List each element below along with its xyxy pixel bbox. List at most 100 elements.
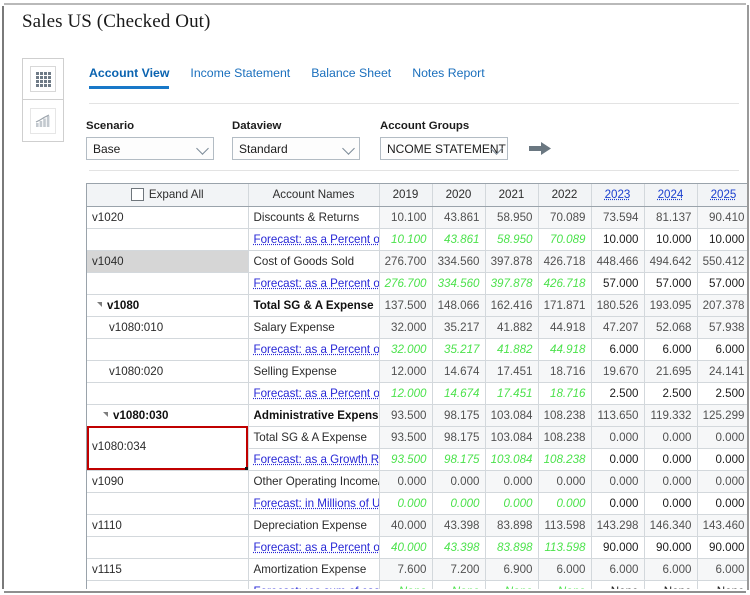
- forecast-method-cell[interactable]: Forecast: as a Percent of S: [248, 382, 380, 405]
- forecast-value-cell[interactable]: 90.000: [591, 536, 645, 559]
- grid-view-button[interactable]: [22, 58, 64, 100]
- account-code-cell[interactable]: [87, 580, 249, 589]
- forecast-value-cell[interactable]: 108.238: [538, 448, 592, 471]
- expand-all-control[interactable]: Expand All: [92, 188, 243, 202]
- value-cell[interactable]: 98.175: [432, 426, 486, 449]
- forecast-method-link[interactable]: Forecast: :as sum of cash: [254, 585, 379, 590]
- account-name-cell[interactable]: Total SG & A Expense: [248, 294, 380, 317]
- table-row[interactable]: Forecast: :as sum of cashNoneNoneNoneNon…: [87, 580, 747, 589]
- forecast-value-cell[interactable]: 18.716: [538, 382, 592, 405]
- account-code-cell[interactable]: v1080:020: [87, 360, 249, 383]
- table-row[interactable]: v1090 Other Operating Income/(E 0.000 0.000…: [87, 470, 747, 493]
- account-name-cell[interactable]: Discounts & Returns: [248, 206, 380, 229]
- table-row[interactable]: Forecast: as a Percent of D40.00043.3988…: [87, 536, 747, 559]
- forecast-value-cell[interactable]: 98.175: [432, 448, 486, 471]
- selected-account-code-cell[interactable]: v1080:034: [87, 426, 249, 471]
- forecast-method-cell[interactable]: Forecast: :as sum of cash: [248, 580, 380, 590]
- value-cell[interactable]: 41.882: [485, 316, 539, 339]
- value-cell[interactable]: 276.700: [379, 250, 433, 273]
- value-cell[interactable]: 113.650: [591, 404, 645, 427]
- forecast-value-cell[interactable]: None: [644, 580, 698, 589]
- value-cell[interactable]: 137.500: [379, 294, 433, 317]
- value-cell[interactable]: 44.918: [538, 316, 592, 339]
- forecast-value-cell[interactable]: 43.398: [432, 536, 486, 559]
- value-cell[interactable]: 103.084: [485, 404, 539, 427]
- forecast-value-cell[interactable]: 6.000: [697, 338, 747, 361]
- forecast-method-cell[interactable]: Forecast: as a Growth Rate: [248, 448, 380, 471]
- expand-all-header[interactable]: Expand All: [87, 184, 249, 207]
- value-cell[interactable]: 17.451: [485, 360, 539, 383]
- account-code-cell[interactable]: v1040: [87, 250, 249, 273]
- table-row[interactable]: v1040 Cost of Goods Sold 276.700 334.560 397…: [87, 250, 747, 273]
- forecast-method-link[interactable]: Forecast: as a Percent of S: [254, 277, 379, 290]
- account-name-cell[interactable]: Depreciation Expense: [248, 514, 380, 537]
- account-name-cell[interactable]: Other Operating Income/(E: [248, 470, 380, 493]
- value-cell[interactable]: 57.938: [697, 316, 747, 339]
- value-cell[interactable]: 47.207: [591, 316, 645, 339]
- account-code-cell[interactable]: v1110: [87, 514, 249, 537]
- account-code-cell[interactable]: v1020: [87, 206, 249, 229]
- account-name-cell[interactable]: Amortization Expense: [248, 558, 380, 581]
- value-cell[interactable]: 119.332: [644, 404, 698, 427]
- account-code-cell[interactable]: v1090: [87, 470, 249, 493]
- table-row[interactable]: v1080:020 Selling Expense 12.000 14.674 17.4…: [87, 360, 747, 383]
- forecast-method-cell[interactable]: Forecast: as a Percent of D: [248, 536, 380, 559]
- forecast-value-cell[interactable]: 0.000: [644, 448, 698, 471]
- value-cell[interactable]: 52.068: [644, 316, 698, 339]
- forecast-value-cell[interactable]: 14.674: [432, 382, 486, 405]
- forecast-value-cell[interactable]: 58.950: [485, 228, 539, 251]
- forecast-value-cell[interactable]: 44.918: [538, 338, 592, 361]
- forecast-value-cell[interactable]: 57.000: [697, 272, 747, 295]
- value-cell[interactable]: 98.175: [432, 404, 486, 427]
- value-cell[interactable]: 0.000: [591, 470, 645, 493]
- year-header-2025[interactable]: 2025: [697, 184, 747, 207]
- table-row[interactable]: v1080 Total SG & A Expense 137.500 148.066 1…: [87, 294, 747, 317]
- table-row[interactable]: v1110 Depreciation Expense 40.000 43.398 83.…: [87, 514, 747, 537]
- value-cell[interactable]: 73.594: [591, 206, 645, 229]
- value-cell[interactable]: 550.412: [697, 250, 747, 273]
- table-row[interactable]: Forecast: as a Percent of S276.700334.56…: [87, 272, 747, 295]
- value-cell[interactable]: 143.460: [697, 514, 747, 537]
- account-names-header[interactable]: Account Names: [248, 184, 380, 207]
- forecast-value-cell[interactable]: None: [379, 580, 433, 589]
- apply-filters-button[interactable]: [529, 140, 553, 156]
- forecast-value-cell[interactable]: 57.000: [591, 272, 645, 295]
- value-cell[interactable]: 171.871: [538, 294, 592, 317]
- value-cell[interactable]: 24.141: [697, 360, 747, 383]
- value-cell[interactable]: 70.089: [538, 206, 592, 229]
- value-cell[interactable]: 18.716: [538, 360, 592, 383]
- tab-account-view[interactable]: Account View: [89, 66, 170, 89]
- value-cell[interactable]: 35.217: [432, 316, 486, 339]
- year-link-2024[interactable]: 2024: [658, 188, 684, 201]
- value-cell[interactable]: 19.670: [591, 360, 645, 383]
- expand-all-checkbox[interactable]: [130, 188, 144, 202]
- value-cell[interactable]: 0.000: [644, 426, 698, 449]
- tab-income-statement[interactable]: Income Statement: [190, 66, 290, 86]
- value-cell[interactable]: 334.560: [432, 250, 486, 273]
- value-cell[interactable]: 148.066: [432, 294, 486, 317]
- year-header-2024[interactable]: 2024: [644, 184, 698, 207]
- forecast-value-cell[interactable]: 70.089: [538, 228, 592, 251]
- value-cell[interactable]: 90.410: [697, 206, 747, 229]
- account-code-cell[interactable]: [87, 338, 249, 361]
- forecast-value-cell[interactable]: None: [538, 580, 592, 589]
- forecast-value-cell[interactable]: 2.500: [591, 382, 645, 405]
- forecast-value-cell[interactable]: 35.217: [432, 338, 486, 361]
- account-code-cell[interactable]: v1080:010: [87, 316, 249, 339]
- tab-notes-report[interactable]: Notes Report: [412, 66, 484, 86]
- forecast-value-cell[interactable]: 397.878: [485, 272, 539, 295]
- account-code-cell[interactable]: [87, 492, 249, 515]
- forecast-value-cell[interactable]: 426.718: [538, 272, 592, 295]
- year-header-2021[interactable]: 2021: [485, 184, 539, 207]
- value-cell[interactable]: 0.000: [697, 470, 747, 493]
- value-cell[interactable]: 207.378: [697, 294, 747, 317]
- value-cell[interactable]: 43.398: [432, 514, 486, 537]
- value-cell[interactable]: 125.299: [697, 404, 747, 427]
- account-code-cell[interactable]: [87, 272, 249, 295]
- forecast-value-cell[interactable]: 2.500: [697, 382, 747, 405]
- table-row[interactable]: Forecast: as a Percent of S12.00014.6741…: [87, 382, 747, 405]
- forecast-method-link[interactable]: Forecast: as a Percent of S: [254, 343, 379, 356]
- forecast-method-cell[interactable]: Forecast: in Millions of US: [248, 492, 380, 515]
- value-cell[interactable]: 7.200: [432, 558, 486, 581]
- value-cell[interactable]: 113.598: [538, 514, 592, 537]
